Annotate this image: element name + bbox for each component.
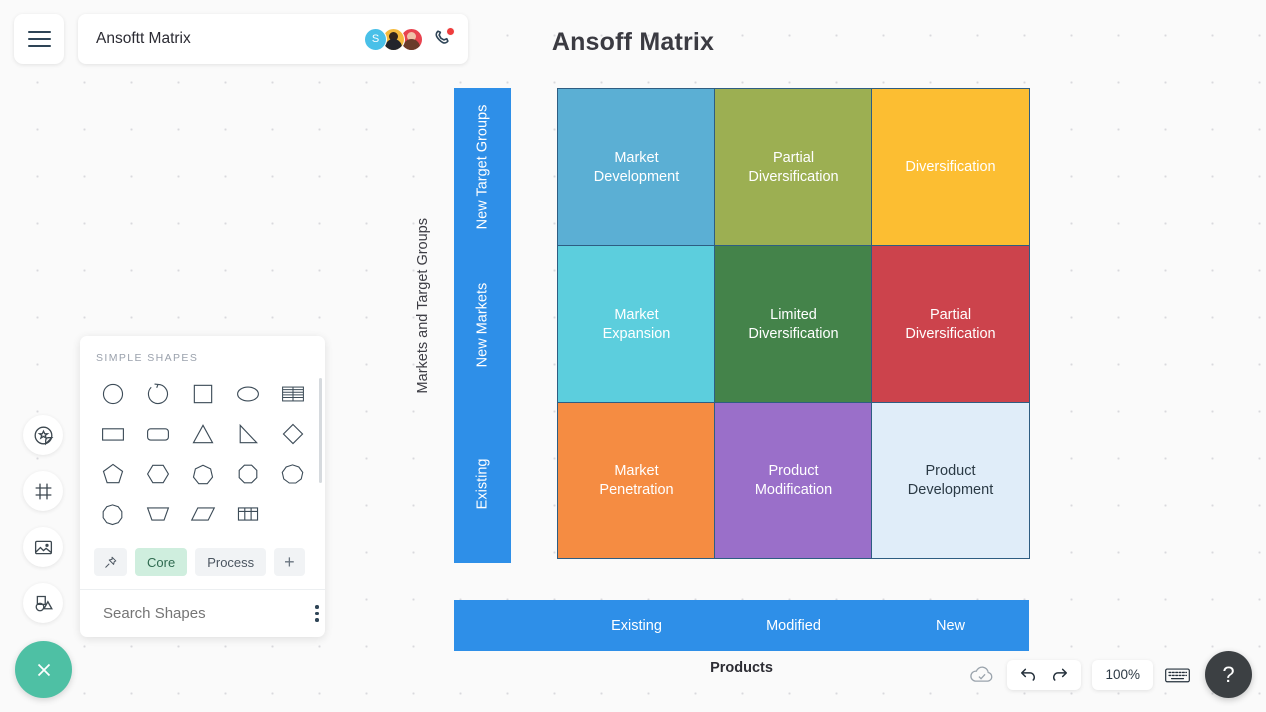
- avatar-body: [385, 38, 402, 50]
- x-axis-tick: Modified: [766, 617, 821, 634]
- cell-label-line2: Diversification: [748, 168, 839, 185]
- avatar-body: [403, 38, 420, 50]
- shapes-panel: SIMPLE SHAPES Core Process + Search Shap…: [80, 336, 325, 637]
- avatar-initial: S: [371, 33, 380, 45]
- cell-label-line2: Penetration: [599, 481, 674, 498]
- matrix-cell[interactable]: Market Expansion: [557, 245, 716, 404]
- kebab-menu-icon[interactable]: [311, 601, 323, 626]
- cloud-saved-icon: [970, 666, 993, 682]
- y-axis-title: Markets and Target Groups: [415, 218, 431, 394]
- cloud-saved-button[interactable]: [968, 664, 996, 686]
- cell-label-line1: Market: [614, 462, 659, 479]
- matrix-cell[interactable]: Limited Diversification: [714, 245, 873, 404]
- cell-label-line1: Partial: [929, 306, 972, 323]
- undo-button[interactable]: [1019, 665, 1038, 684]
- hexagon-shape[interactable]: [135, 454, 180, 494]
- add-tag-button[interactable]: +: [274, 548, 305, 576]
- shapes-scrollbar[interactable]: [319, 378, 322, 483]
- shapes-button[interactable]: [23, 583, 63, 623]
- pin-tag[interactable]: [94, 548, 127, 576]
- y-axis-tick: New Target Groups: [474, 104, 491, 230]
- cell-label-line2: Development: [907, 481, 994, 498]
- cell-label-line1: Partial: [772, 149, 815, 166]
- table-rows-shape[interactable]: [270, 374, 315, 414]
- image-button[interactable]: [23, 527, 63, 567]
- matrix-cell[interactable]: Market Development: [557, 88, 716, 247]
- image-icon: [34, 540, 52, 554]
- bottom-toolbar: 100% ?: [968, 651, 1252, 698]
- heptagon-shape[interactable]: [180, 454, 225, 494]
- triangle-shape[interactable]: [180, 414, 225, 454]
- cell-label-line1: Diversification: [905, 159, 996, 176]
- cell-label-line1: Market: [614, 149, 659, 166]
- shapes-icon: [35, 595, 53, 611]
- shape-search-row: [80, 589, 325, 637]
- y-axis-band: New Target Groups New Markets Existing: [454, 88, 511, 563]
- process-tag[interactable]: Process: [195, 548, 267, 576]
- help-button[interactable]: ?: [1205, 651, 1252, 698]
- square-shape[interactable]: [180, 374, 225, 414]
- stickers-button[interactable]: [23, 415, 63, 455]
- pin-icon: [105, 556, 117, 568]
- cell-label-line1: Limited: [770, 306, 817, 323]
- stickers-icon: [34, 426, 53, 445]
- cell-label-line2: Expansion: [602, 325, 671, 342]
- matrix-cell[interactable]: Product Modification: [714, 402, 873, 559]
- pentagon-shape[interactable]: [90, 454, 135, 494]
- cell-label-line1: Product: [768, 462, 819, 479]
- right-triangle-shape[interactable]: [225, 414, 270, 454]
- matrix-cell[interactable]: Partial Diversification: [871, 245, 1030, 404]
- cell-label-line1: Product: [925, 462, 976, 479]
- circle-shape[interactable]: [90, 374, 135, 414]
- tool-rail: [23, 415, 63, 639]
- x-axis-tick: New: [935, 617, 965, 634]
- matrix-cell[interactable]: Market Penetration: [557, 402, 716, 559]
- cell-label-line2: Development: [593, 168, 680, 185]
- arc-shape[interactable]: [135, 374, 180, 414]
- redo-icon: [1053, 668, 1068, 681]
- rounded-rectangle-shape[interactable]: [135, 414, 180, 454]
- octagon-shape[interactable]: [225, 454, 270, 494]
- shape-tag-row: Core Process +: [80, 538, 325, 589]
- undo-icon: [1021, 668, 1036, 681]
- x-axis-title: Products: [710, 660, 773, 676]
- shape-grid: [80, 374, 325, 538]
- search-input[interactable]: [103, 605, 302, 622]
- trapezoid-shape[interactable]: [135, 494, 180, 534]
- decagon-shape[interactable]: [90, 494, 135, 534]
- cell-label-line2: Modification: [754, 481, 833, 498]
- y-axis-tick: Existing: [474, 458, 491, 510]
- frame-icon: [35, 483, 51, 499]
- page-title: Ansoff Matrix: [551, 28, 715, 56]
- rectangle-shape[interactable]: [90, 414, 135, 454]
- close-icon: [37, 663, 50, 676]
- x-axis-tick: Existing: [611, 617, 662, 634]
- avatar[interactable]: S: [364, 27, 387, 51]
- close-button[interactable]: [15, 641, 72, 698]
- matrix-cell[interactable]: Product Development: [871, 402, 1030, 559]
- matrix-cell[interactable]: Partial Diversification: [714, 88, 873, 247]
- cell-label-line2: Diversification: [905, 325, 996, 342]
- ellipse-shape[interactable]: [225, 374, 270, 414]
- cell-label-line2: Diversification: [748, 325, 839, 342]
- y-axis-tick: New Markets: [474, 283, 491, 368]
- cell-label-line1: Market: [614, 306, 659, 323]
- keyboard-icon: [1165, 668, 1190, 682]
- keyboard-shortcuts-button[interactable]: [1164, 665, 1191, 685]
- redo-button[interactable]: [1050, 665, 1069, 684]
- matrix-cell[interactable]: Diversification: [871, 88, 1030, 247]
- zoom-level[interactable]: 100%: [1092, 659, 1153, 690]
- undo-redo-group: [1007, 659, 1082, 690]
- matrix-grid: Market Development Partial Diversificati…: [557, 88, 1030, 559]
- shapes-panel-heading: SIMPLE SHAPES: [96, 352, 199, 364]
- diamond-shape[interactable]: [270, 414, 315, 454]
- parallelogram-shape[interactable]: [180, 494, 225, 534]
- frame-button[interactable]: [23, 471, 63, 511]
- nonagon-shape[interactable]: [270, 454, 315, 494]
- grid-table-shape[interactable]: [225, 494, 270, 534]
- core-tag[interactable]: Core: [135, 548, 188, 576]
- x-axis-band: Existing Modified New: [454, 600, 1029, 651]
